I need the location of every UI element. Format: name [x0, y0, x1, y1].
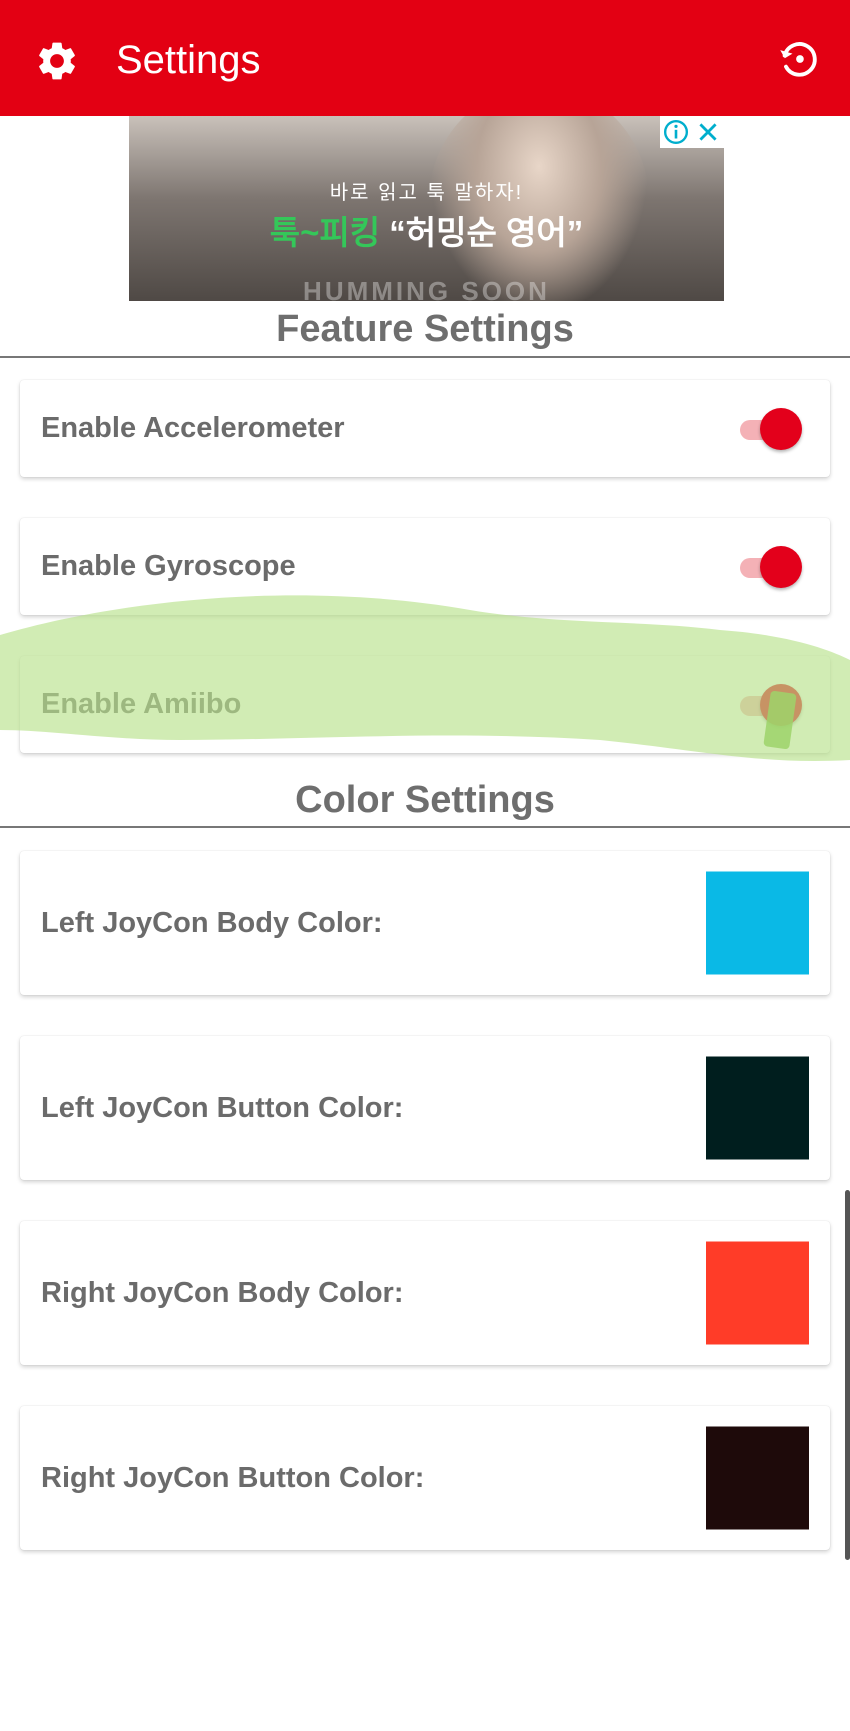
restore-icon[interactable]	[776, 36, 822, 82]
app-bar: Settings	[0, 0, 850, 116]
scrollbar[interactable]	[845, 1190, 850, 1560]
ad-headline: 툭~피킹 “허밍순 영어”	[129, 206, 724, 254]
color-row-right-button: Right JoyCon Button Color:	[20, 1406, 830, 1550]
gyroscope-toggle[interactable]	[736, 544, 802, 590]
color-label: Left JoyCon Body Color:	[41, 906, 383, 939]
section-divider	[0, 356, 850, 358]
ad-headline-rest: “허밍순 영어”	[380, 214, 584, 251]
setting-label: Enable Accelerometer	[41, 412, 345, 444]
toggle-thumb	[760, 683, 802, 726]
color-label: Left JoyCon Button Color:	[41, 1091, 404, 1124]
left-body-color-swatch[interactable]	[706, 871, 809, 975]
setting-row-amiibo: Enable Amiibo	[20, 656, 830, 753]
ad-banner[interactable]: 바로 읽고 툭 말하자! 툭~피킹 “허밍순 영어” HUMMING SOON	[129, 116, 724, 301]
setting-label: Enable Gyroscope	[41, 550, 296, 582]
right-body-color-swatch[interactable]	[706, 1241, 809, 1345]
setting-row-accelerometer: Enable Accelerometer	[20, 380, 830, 477]
ad-choices-badge[interactable]	[660, 116, 724, 148]
section-divider	[0, 826, 850, 828]
color-label: Right JoyCon Button Color:	[41, 1461, 425, 1494]
toggle-thumb	[760, 407, 802, 450]
ad-brand: HUMMING SOON	[303, 276, 550, 301]
setting-label: Enable Amiibo	[41, 688, 242, 720]
left-button-color-swatch[interactable]	[706, 1056, 809, 1160]
color-row-left-body: Left JoyCon Body Color:	[20, 851, 830, 995]
color-label: Right JoyCon Body Color:	[41, 1276, 404, 1309]
setting-row-gyroscope: Enable Gyroscope	[20, 518, 830, 615]
toggle-thumb	[760, 545, 802, 588]
right-button-color-swatch[interactable]	[706, 1426, 809, 1530]
ad-tagline: 바로 읽고 툭 말하자!	[329, 182, 524, 204]
close-icon[interactable]	[695, 119, 721, 145]
accelerometer-toggle[interactable]	[736, 406, 802, 452]
ad-headline-highlight: 툭~피킹	[269, 214, 381, 251]
gear-icon[interactable]	[34, 38, 80, 84]
info-icon[interactable]	[663, 119, 689, 145]
color-row-right-body: Right JoyCon Body Color:	[20, 1221, 830, 1365]
amiibo-toggle[interactable]	[736, 682, 802, 728]
page-title: Settings	[116, 38, 261, 82]
feature-settings-heading: Feature Settings	[276, 308, 574, 350]
color-settings-heading: Color Settings	[295, 779, 555, 821]
color-row-left-button: Left JoyCon Button Color:	[20, 1036, 830, 1180]
